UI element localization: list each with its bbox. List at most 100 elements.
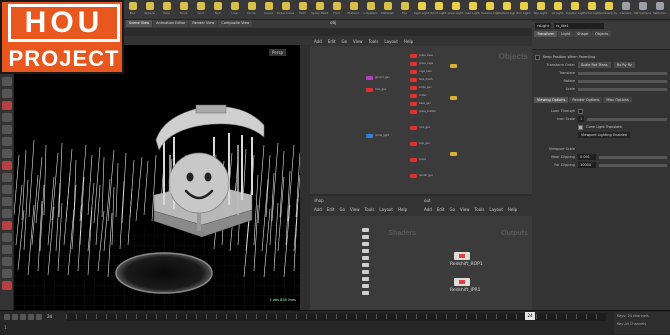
left-tool-icon[interactable] (2, 257, 12, 266)
left-tool-icon[interactable] (2, 209, 12, 218)
shelf-tool-button[interactable]: Draw Curve (277, 0, 294, 20)
menu-item[interactable]: Help (398, 207, 407, 212)
light-node[interactable] (450, 96, 457, 100)
menu-item[interactable]: Tools (475, 207, 485, 212)
shelf-tool-button[interactable]: Curve (260, 0, 277, 20)
shader-node[interactable] (362, 284, 369, 288)
stop-icon[interactable] (20, 314, 26, 320)
light-node[interactable] (450, 64, 457, 68)
shelf-tool-button[interactable]: Path (294, 0, 311, 20)
parameter-subtab[interactable]: Viewing Options (534, 97, 569, 103)
object-node[interactable] (410, 86, 417, 90)
menu-item[interactable]: Add (424, 207, 432, 212)
viewport-tab[interactable]: Composite View (218, 20, 253, 27)
left-tool-icon[interactable] (2, 197, 12, 206)
parameter-subtab[interactable]: Render Options (569, 97, 603, 103)
menu-item[interactable]: Help (508, 207, 517, 212)
redshift-ipr1-node[interactable] (454, 278, 470, 286)
parameter-tab[interactable]: Transform (534, 31, 558, 37)
shader-node[interactable] (362, 270, 369, 274)
icon-scale-field[interactable]: 1 (578, 116, 585, 122)
menu-item[interactable]: View (460, 207, 470, 212)
shader-node[interactable] (362, 242, 369, 246)
menu-item[interactable]: Go (340, 207, 346, 212)
rotate-order-menu[interactable]: Rx Ry Rz (613, 62, 635, 68)
left-tool-icon[interactable] (2, 173, 12, 182)
object-node[interactable] (410, 126, 417, 130)
cone-light-checkbox[interactable] (578, 124, 583, 130)
shader-node[interactable] (362, 277, 369, 281)
shelf-tool-button[interactable]: Font (328, 0, 345, 20)
object-node[interactable] (410, 142, 417, 146)
menu-item[interactable]: Tools (365, 207, 375, 212)
left-tool-icon[interactable] (2, 77, 12, 86)
left-tool-icon[interactable] (2, 185, 12, 194)
object-node[interactable] (410, 70, 417, 74)
shaders-path[interactable]: shop (314, 198, 324, 203)
left-tool-icon[interactable] (2, 113, 12, 122)
shelf-tool-button[interactable]: Caustic Light (566, 0, 583, 20)
far-clipping-slider[interactable] (599, 163, 667, 167)
shader-node[interactable] (362, 256, 369, 260)
light-node[interactable] (450, 152, 457, 156)
shelf-tool-button[interactable]: Area Light (447, 0, 464, 20)
objects-path[interactable]: obj (330, 20, 336, 25)
near-clipping-slider[interactable] (599, 155, 667, 159)
outputs-network-editor[interactable]: Outputs Redshift_ROP1 Redshift_IPR1 (420, 216, 532, 310)
viewport-lighting-button[interactable]: Viewport Lighting Enabled (578, 132, 630, 138)
shelf-tool-button[interactable]: Env Light (515, 0, 532, 20)
shelf-tool-button[interactable]: File (396, 0, 413, 20)
menu-item[interactable]: Go (450, 207, 456, 212)
shelf-tool-button[interactable]: GI Light (549, 0, 566, 20)
shelf-tool-button[interactable]: Torus (175, 0, 192, 20)
viewport-tab[interactable]: Animation Editor (153, 20, 189, 27)
rewind-icon[interactable] (4, 314, 10, 320)
shelf-tool-button[interactable]: Circle (243, 0, 260, 20)
far-clipping-field[interactable]: 10000 (578, 162, 596, 168)
shelf-tool-button[interactable]: Sky Light (532, 0, 549, 20)
menu-item[interactable]: Help (404, 39, 413, 44)
viewport-tab[interactable]: Scene View (126, 20, 153, 27)
menu-item[interactable]: Edit (327, 207, 335, 212)
object-node[interactable] (366, 88, 373, 92)
node-name-field[interactable]: rs_lite1 (554, 23, 604, 29)
shelf-tool-button[interactable]: Point Light (430, 0, 447, 20)
object-node[interactable] (366, 76, 373, 80)
icon-scale-slider[interactable] (587, 117, 667, 121)
left-tool-icon[interactable] (2, 149, 12, 158)
shaders-network-editor[interactable]: Shaders (310, 216, 420, 310)
shader-node[interactable] (362, 228, 369, 232)
outputs-path[interactable]: out (424, 198, 431, 203)
forward-icon[interactable] (36, 314, 42, 320)
play-back-icon[interactable] (12, 314, 18, 320)
objects-path-bar[interactable]: obj (310, 20, 532, 28)
start-frame[interactable]: 1 (4, 325, 7, 330)
menu-item[interactable]: Tools (369, 39, 379, 44)
menu-item[interactable]: Layout (379, 207, 393, 212)
left-tool-icon[interactable] (2, 89, 12, 98)
object-node[interactable] (410, 158, 417, 162)
look-through-checkbox[interactable] (578, 108, 583, 114)
menu-item[interactable]: Edit (437, 207, 445, 212)
parameter-tab[interactable]: Light (558, 31, 574, 37)
viewport-tab[interactable]: Render View (189, 20, 218, 27)
shelf-tool-button[interactable]: Tube (158, 0, 175, 20)
left-tool-icon[interactable] (2, 221, 12, 230)
transform-order-menu[interactable]: Scale Rot Trans (578, 62, 611, 68)
shelf-tool-button[interactable]: Camera (617, 0, 634, 20)
menu-item[interactable]: Add (314, 39, 322, 44)
redshift-rop1-node[interactable] (454, 252, 470, 260)
shelf-tool-button[interactable]: Spray Paint (311, 0, 328, 20)
shelf-tool-button[interactable]: Spot Light (413, 0, 430, 20)
object-node[interactable] (410, 78, 417, 82)
parameter-subtab[interactable]: Misc Options (603, 97, 632, 103)
keep-position-checkbox[interactable] (535, 54, 540, 60)
shelf-tool-button[interactable]: Sphere (141, 0, 158, 20)
object-node[interactable] (410, 102, 417, 106)
left-tool-icon[interactable] (2, 281, 12, 290)
camera-menu[interactable]: Persp (269, 49, 286, 56)
shelf-tool-button[interactable]: Box (124, 0, 141, 20)
shelf-tool-button[interactable]: L-System (362, 0, 379, 20)
scale-field[interactable] (578, 87, 667, 91)
current-frame-field[interactable]: 24 (47, 314, 52, 320)
